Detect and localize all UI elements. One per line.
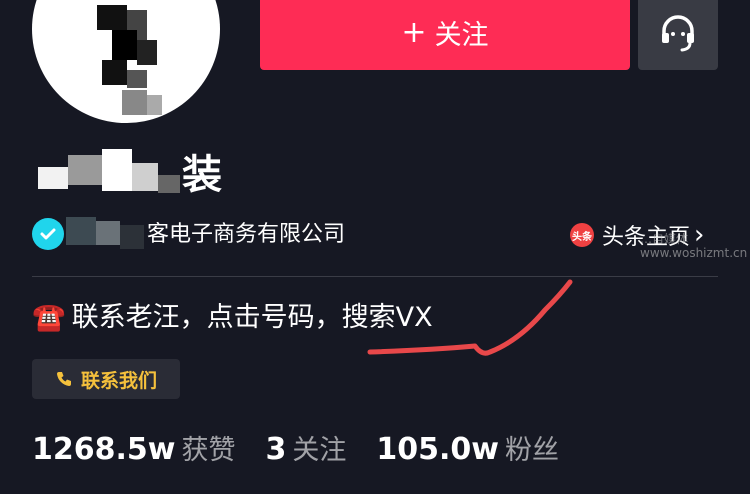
bio: ☎️ 联系老汪，点击号码，搜索VX bbox=[32, 298, 433, 338]
headset-icon bbox=[662, 14, 694, 51]
avatar[interactable] bbox=[32, 0, 220, 123]
customer-service-button[interactable] bbox=[638, 0, 718, 70]
contact-us-label: 联系我们 bbox=[80, 369, 157, 392]
company-name: 客电子商务有限公司 bbox=[147, 222, 346, 247]
divider bbox=[32, 276, 718, 277]
stat-label: 关注 bbox=[292, 435, 347, 466]
profile-stats: 1268.5w 获赞 3 关注 105.0w 粉丝 bbox=[32, 428, 589, 467]
follow-button[interactable]: + 关注 bbox=[260, 0, 630, 70]
profile-name: 装 bbox=[30, 145, 290, 205]
pixelated-block bbox=[127, 70, 147, 88]
watermark-line1: …自媒体 bbox=[640, 232, 689, 246]
pixelated-block bbox=[112, 30, 137, 60]
stat-value: 1268.5w bbox=[32, 432, 176, 467]
pixelated-block bbox=[122, 90, 147, 115]
watermark: …自媒体 www.woshizmt.cn bbox=[640, 232, 747, 260]
plus-icon: + bbox=[401, 14, 427, 50]
pixelated-block bbox=[66, 217, 96, 245]
phone-icon bbox=[56, 372, 71, 386]
pixelated-block bbox=[120, 225, 144, 249]
telephone-icon: ☎️ bbox=[32, 302, 66, 333]
pixelated-block bbox=[102, 60, 127, 85]
stat-label: 粉丝 bbox=[504, 435, 559, 466]
pixelated-block bbox=[38, 167, 68, 189]
verified-badge-icon bbox=[32, 218, 64, 250]
pixelated-block bbox=[147, 95, 162, 115]
pixelated-block bbox=[102, 149, 132, 191]
verification-row: 客电子商务有限公司 头条 头条主页 › bbox=[32, 215, 732, 255]
pixelated-block bbox=[96, 221, 120, 245]
pixelated-block bbox=[68, 155, 102, 185]
stat-value: 105.0w bbox=[376, 432, 499, 467]
stat-followers[interactable]: 105.0w 粉丝 bbox=[376, 428, 559, 467]
watermark-line2: www.woshizmt.cn bbox=[640, 246, 748, 260]
stat-following[interactable]: 3 关注 bbox=[265, 428, 346, 467]
stat-value: 3 bbox=[265, 432, 287, 467]
stat-label: 获赞 bbox=[181, 435, 236, 466]
profile-name-text: 装 bbox=[182, 152, 222, 198]
follow-label: 关注 bbox=[434, 20, 489, 51]
pixelated-block bbox=[97, 5, 127, 30]
pixelated-block bbox=[132, 163, 158, 191]
bio-text: 联系老汪，点击号码，搜索VX bbox=[71, 302, 433, 333]
toutiao-icon: 头条 bbox=[570, 223, 594, 247]
pixelated-block bbox=[137, 40, 157, 65]
contact-us-button[interactable]: 联系我们 bbox=[32, 359, 180, 399]
pixelated-block bbox=[158, 175, 180, 193]
stat-likes[interactable]: 1268.5w 获赞 bbox=[32, 428, 235, 467]
